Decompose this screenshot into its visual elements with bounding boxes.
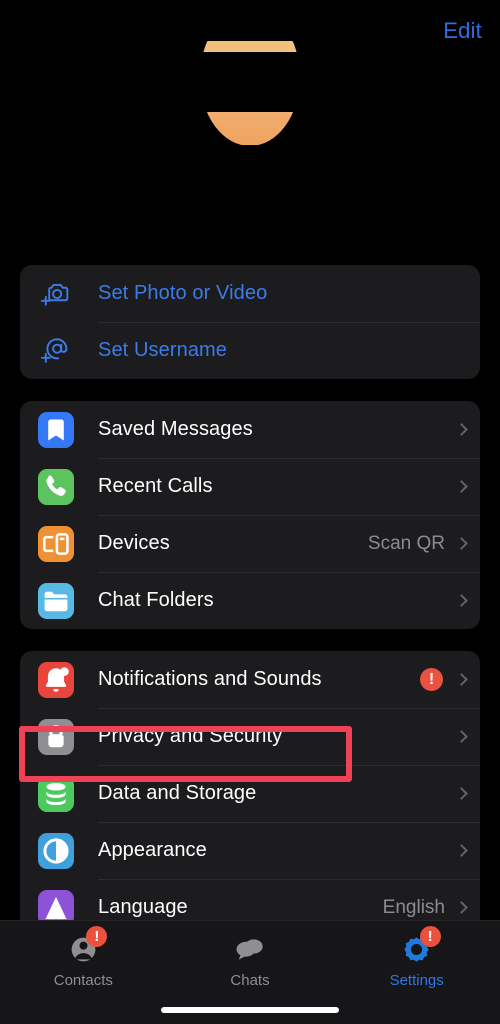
- row-label: Set Username: [98, 339, 228, 361]
- row-label: Notifications and Sounds: [98, 668, 322, 690]
- chevron-right-icon: [455, 480, 468, 493]
- avatar[interactable]: [196, 8, 306, 175]
- row-value: English: [382, 896, 445, 918]
- tab-alert-badge: !: [86, 926, 108, 947]
- lock-icon: [38, 718, 74, 755]
- row-label: Language: [98, 896, 188, 918]
- bookmark-icon: [38, 411, 74, 448]
- row-label: Appearance: [98, 839, 207, 861]
- tab-label: Settings: [389, 972, 444, 989]
- tab-contacts[interactable]: ! Contacts: [0, 926, 167, 1024]
- row-label: Chat Folders: [98, 589, 214, 611]
- chevron-right-icon: [455, 673, 468, 686]
- phone-icon: [38, 468, 74, 505]
- at-plus-icon: [38, 333, 74, 369]
- appearance-icon: [38, 832, 74, 869]
- devices-icon: [38, 525, 74, 562]
- avatar-redaction-mid: [196, 52, 306, 112]
- chevron-right-icon: [455, 594, 468, 607]
- settings-card-profile-setup: Set Photo or Video Set Username: [20, 265, 480, 379]
- row-label: Recent Calls: [98, 475, 213, 497]
- row-chat-folders[interactable]: Chat Folders: [20, 572, 480, 629]
- folder-icon: [38, 582, 74, 619]
- chevron-right-icon: [455, 537, 468, 550]
- edit-button[interactable]: Edit: [443, 18, 482, 44]
- profile-header: Edit: [0, 0, 500, 265]
- row-label: Devices: [98, 532, 170, 554]
- database-icon: [38, 775, 74, 812]
- row-saved-messages[interactable]: Saved Messages: [20, 401, 480, 458]
- tab-settings[interactable]: ! Settings: [333, 926, 500, 1024]
- contacts-icon: !: [63, 926, 108, 969]
- row-notifications-and-sounds[interactable]: Notifications and Sounds!: [20, 651, 480, 708]
- chats-icon: [230, 929, 270, 969]
- row-set-username[interactable]: Set Username: [20, 322, 480, 379]
- settings-list: Set Photo or Video Set Username Saved Mess…: [0, 265, 500, 936]
- row-set-photo-or-video[interactable]: Set Photo or Video: [20, 265, 480, 322]
- row-devices[interactable]: Devices Scan QR: [20, 515, 480, 572]
- avatar-redaction-top: [196, 8, 306, 41]
- row-appearance[interactable]: Appearance: [20, 822, 480, 879]
- settings-screen: Edit Set Photo or Video Set Username Saved…: [0, 0, 500, 1024]
- row-label: Data and Storage: [98, 782, 257, 804]
- gear-icon: !: [397, 926, 441, 969]
- row-label: Saved Messages: [98, 418, 253, 440]
- tab-label: Chats: [230, 972, 270, 989]
- bell-icon: [38, 661, 74, 698]
- chevron-right-icon: [455, 901, 468, 914]
- row-label: Privacy and Security: [98, 725, 283, 747]
- profile-phone: [0, 200, 500, 222]
- tab-alert-badge: !: [419, 926, 441, 947]
- alert-badge: !: [420, 668, 443, 691]
- chevron-right-icon: [455, 844, 468, 857]
- row-data-and-storage[interactable]: Data and Storage: [20, 765, 480, 822]
- settings-card-shortcuts: Saved Messages Recent Calls Devices Scan QR…: [20, 401, 480, 629]
- row-privacy-and-security[interactable]: Privacy and Security: [20, 708, 480, 765]
- chevron-right-icon: [455, 787, 468, 800]
- home-indicator: [161, 1007, 339, 1013]
- camera-plus-icon: [38, 276, 74, 312]
- settings-card-settings: Notifications and Sounds! Privacy and Sec…: [20, 651, 480, 936]
- row-value: Scan QR: [367, 532, 445, 554]
- profile-name: [0, 165, 500, 194]
- row-label: Set Photo or Video: [98, 282, 268, 304]
- tab-label: Contacts: [53, 972, 113, 989]
- row-recent-calls[interactable]: Recent Calls: [20, 458, 480, 515]
- chevron-right-icon: [455, 730, 468, 743]
- chevron-right-icon: [455, 423, 468, 436]
